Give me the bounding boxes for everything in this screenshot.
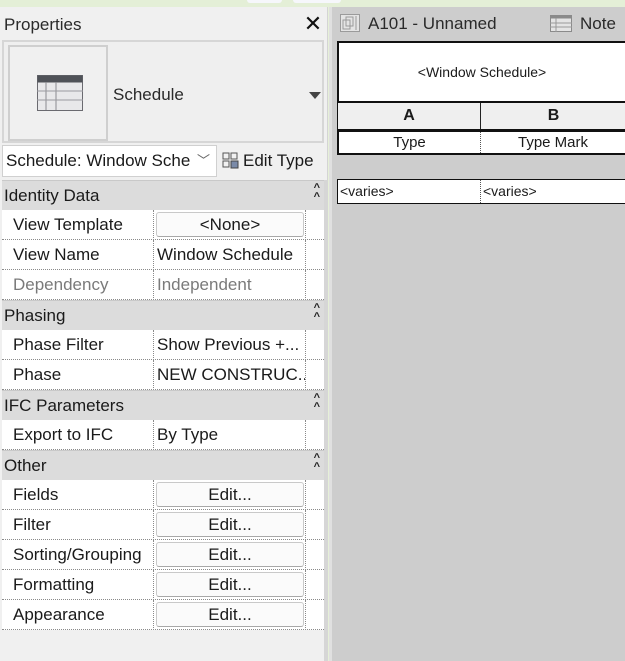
appearance-edit-button[interactable]: Edit... — [156, 602, 304, 627]
property-label: View Template — [2, 210, 154, 240]
properties-scrollbar[interactable] — [324, 180, 328, 661]
property-label: Sorting/Grouping — [2, 540, 154, 570]
view-name-field[interactable]: Window Schedule — [154, 240, 306, 270]
chevron-down-icon: ﹀ — [196, 153, 210, 168]
tab-label: Note — [580, 14, 616, 33]
property-label: Appearance — [2, 600, 154, 630]
properties-panel: Properties ✕ Schedule Schedule: Window S… — [0, 7, 328, 661]
group-label: Identity Data — [4, 186, 100, 205]
column-letter-header: A B — [337, 103, 625, 129]
property-row-phase: Phase NEW CONSTRUC... — [2, 360, 324, 390]
dependency-value: Independent — [154, 270, 306, 300]
property-label: Fields — [2, 480, 154, 510]
property-value: Edit... — [154, 540, 306, 570]
property-value: Edit... — [154, 510, 306, 540]
property-label: Filter — [2, 510, 154, 540]
export-to-ifc-select[interactable]: By Type — [154, 420, 306, 450]
properties-grid: Identity Data ^ ^ View Template <None> Vi… — [2, 180, 324, 630]
group-ifc-parameters[interactable]: IFC Parameters ^ ^ — [2, 390, 324, 420]
field-header-row: Type Type Mark — [337, 129, 625, 155]
schedule-icon — [550, 14, 572, 40]
fields-edit-button[interactable]: Edit... — [156, 482, 304, 507]
group-identity-data[interactable]: Identity Data ^ ^ — [2, 180, 324, 210]
schedule-title[interactable]: <Window Schedule> — [337, 41, 625, 103]
view-tab-note[interactable]: Note — [550, 11, 616, 37]
collapse-icon[interactable]: ^ ^ — [314, 393, 320, 413]
top-strip — [0, 0, 625, 7]
property-row-view-template: View Template <None> — [2, 210, 324, 240]
property-value: Edit... — [154, 480, 306, 510]
panel-title: Properties — [4, 15, 82, 34]
schedule-table-icon — [37, 75, 83, 111]
property-label: Phase Filter — [2, 330, 154, 360]
group-label: Other — [4, 456, 47, 475]
group-other[interactable]: Other ^ ^ — [2, 450, 324, 480]
tab-label: A101 - Unnamed — [368, 14, 497, 33]
table-cell[interactable]: <varies> — [338, 180, 481, 203]
property-row-fields: Fields Edit... — [2, 480, 324, 510]
collapse-icon[interactable]: ^ ^ — [314, 303, 320, 323]
schedule-view: <Window Schedule> A B Type Type Mark <va… — [337, 41, 625, 204]
property-row-sorting-grouping: Sorting/Grouping Edit... — [2, 540, 324, 570]
edit-type-button[interactable]: Edit Type — [222, 145, 314, 177]
formatting-edit-button[interactable]: Edit... — [156, 572, 304, 597]
edit-type-icon — [222, 148, 239, 180]
property-value: Edit... — [154, 600, 306, 630]
group-phasing[interactable]: Phasing ^ ^ — [2, 300, 324, 330]
phase-filter-select[interactable]: Show Previous +... — [154, 330, 306, 360]
table-cell[interactable]: <varies> — [481, 180, 625, 203]
field-header-type[interactable]: Type — [339, 132, 481, 153]
phase-select[interactable]: NEW CONSTRUC... — [154, 360, 306, 390]
filter-edit-button[interactable]: Edit... — [156, 512, 304, 537]
type-selector[interactable]: Schedule — [2, 40, 324, 143]
ribbon-tab-stub — [247, 0, 282, 3]
edit-type-label: Edit Type — [243, 151, 314, 170]
view-template-button[interactable]: <None> — [156, 212, 304, 237]
property-row-filter: Filter Edit... — [2, 510, 324, 540]
property-value: Edit... — [154, 570, 306, 600]
group-label: IFC Parameters — [4, 396, 124, 415]
collapse-icon[interactable]: ^ ^ — [314, 453, 320, 473]
group-label: Phasing — [4, 306, 66, 325]
table-row: <varies> <varies> — [337, 179, 625, 204]
property-label: Dependency — [2, 270, 154, 300]
collapse-icon[interactable]: ^ ^ — [314, 183, 320, 203]
property-label: Export to IFC — [2, 420, 154, 450]
instance-filter-value: Schedule: Window Sche — [6, 151, 191, 170]
ribbon-tab-stub — [293, 0, 341, 3]
type-thumbnail — [8, 45, 108, 141]
field-header-type-mark[interactable]: Type Mark — [481, 132, 625, 153]
property-row-formatting: Formatting Edit... — [2, 570, 324, 600]
property-row-dependency: Dependency Independent — [2, 270, 324, 300]
instance-filter-select[interactable]: Schedule: Window Sche ﹀ — [2, 145, 217, 177]
sheet-icon — [340, 14, 360, 40]
header-gap — [337, 155, 625, 179]
property-row-export-to-ifc: Export to IFC By Type — [2, 420, 324, 450]
sorting-grouping-edit-button[interactable]: Edit... — [156, 542, 304, 567]
close-icon[interactable]: ✕ — [302, 13, 324, 35]
property-row-phase-filter: Phase Filter Show Previous +... — [2, 330, 324, 360]
property-row-view-name: View Name Window Schedule — [2, 240, 324, 270]
property-label: Phase — [2, 360, 154, 390]
column-letter-a[interactable]: A — [338, 103, 481, 129]
property-label: Formatting — [2, 570, 154, 600]
property-row-appearance: Appearance Edit... — [2, 600, 324, 630]
view-area: A101 - Unnamed Note <Window Schedule> A … — [329, 7, 625, 661]
column-letter-b[interactable]: B — [481, 103, 625, 129]
caret-down-icon[interactable] — [309, 92, 321, 99]
property-label: View Name — [2, 240, 154, 270]
property-value: <None> — [154, 210, 306, 240]
view-tab-a101[interactable]: A101 - Unnamed — [340, 11, 497, 37]
type-name: Schedule — [113, 85, 184, 104]
